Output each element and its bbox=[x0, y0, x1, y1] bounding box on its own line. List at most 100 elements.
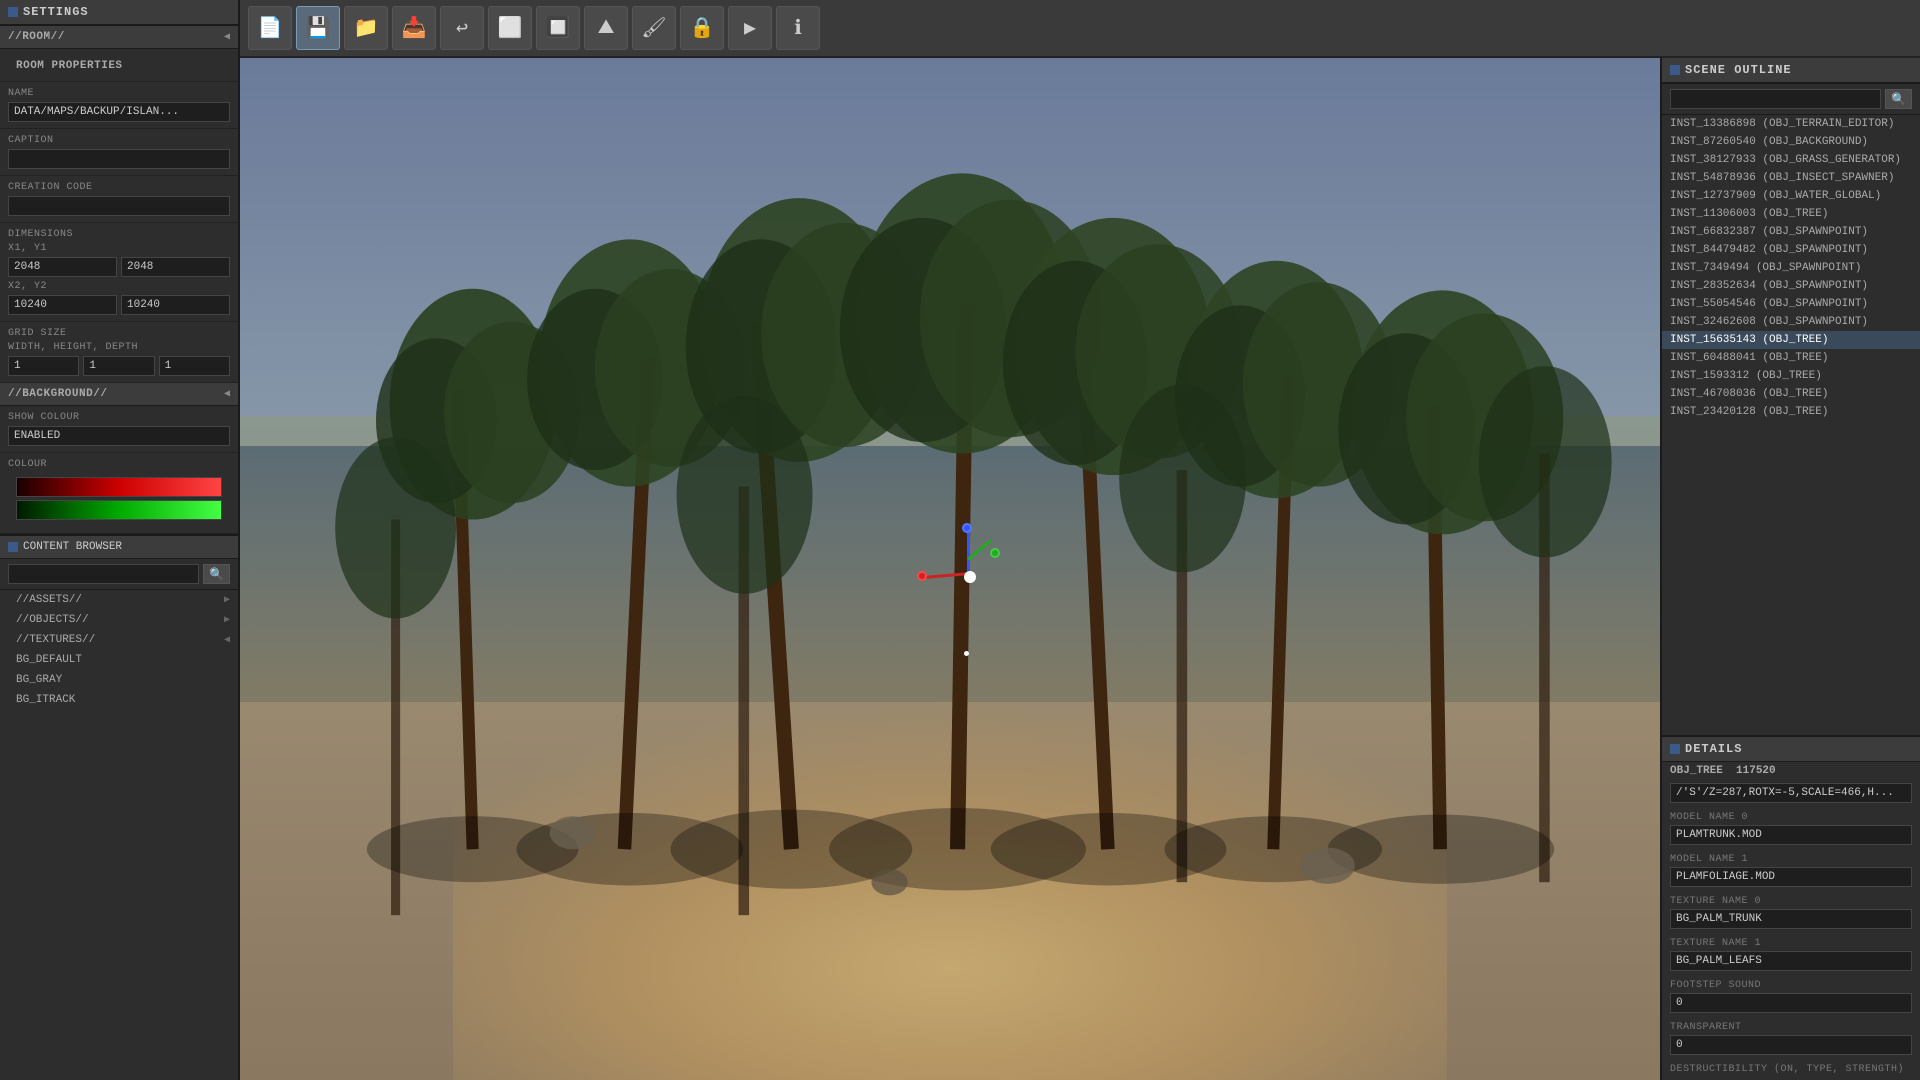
scene-item-spawn-3[interactable]: INST_7349494 (OBJ_SPAWNPOINT) bbox=[1662, 259, 1920, 277]
undo-button[interactable]: ↩ bbox=[440, 6, 484, 50]
scene-item-spawn-1[interactable]: INST_66832387 (OBJ_SPAWNPOINT) bbox=[1662, 223, 1920, 241]
model-name-1-label: MODEL NAME 1 bbox=[1670, 854, 1912, 865]
transparent-row: TRANSPARENT bbox=[1662, 1019, 1920, 1061]
model-name-1-input[interactable] bbox=[1670, 867, 1912, 887]
import-button[interactable]: 📥 bbox=[392, 6, 436, 50]
name-input[interactable] bbox=[8, 102, 230, 122]
viewport[interactable] bbox=[240, 58, 1660, 1080]
scene-item-spawn-4[interactable]: INST_28352634 (OBJ_SPAWNPOINT) bbox=[1662, 277, 1920, 295]
terrain-button[interactable]: ⛰ bbox=[584, 6, 628, 50]
select-tool-button[interactable]: ⬜ bbox=[488, 6, 532, 50]
info-button[interactable]: ℹ bbox=[776, 6, 820, 50]
scene-filter-input[interactable] bbox=[1670, 89, 1881, 109]
scene-item-grass[interactable]: INST_38127933 (OBJ_GRASS_GENERATOR) bbox=[1662, 151, 1920, 169]
dimensions-label: DIMENSIONS bbox=[8, 229, 230, 240]
cb-item-bg-itrack[interactable]: BG_ITRACK bbox=[0, 690, 238, 710]
details-header: DETAILS bbox=[1662, 735, 1920, 762]
y2-input[interactable] bbox=[121, 295, 230, 315]
scene-item-spawn-5[interactable]: INST_55054546 (OBJ_SPAWNPOINT) bbox=[1662, 295, 1920, 313]
cb-item-bg-default[interactable]: BG_DEFAULT bbox=[0, 650, 238, 670]
scene-item-background[interactable]: INST_87260540 (OBJ_BACKGROUND) bbox=[1662, 133, 1920, 151]
creation-code-group: CREATION CODE bbox=[0, 176, 238, 223]
scene-item-tree-3[interactable]: INST_60488041 (OBJ_TREE) bbox=[1662, 349, 1920, 367]
footstep-sound-input[interactable] bbox=[1670, 993, 1912, 1013]
name-group: NAME bbox=[0, 82, 238, 129]
details-icon bbox=[1670, 744, 1680, 754]
viewport-scene bbox=[240, 58, 1660, 1080]
toolbar: 📄 💾 📁 📥 ↩ ⬜ 🔲 ⛰ 🖌 🔒 ▶ ℹ bbox=[240, 0, 1920, 58]
creation-code-input[interactable] bbox=[8, 196, 230, 216]
green-color-bar[interactable] bbox=[16, 500, 222, 520]
x1y1-row bbox=[8, 257, 230, 277]
gizmo-z-axis bbox=[967, 539, 992, 561]
layer-button[interactable]: 🔲 bbox=[536, 6, 580, 50]
texture-name-0-row: TEXTURE NAME 0 bbox=[1662, 893, 1920, 935]
cb-item-assets[interactable]: //ASSETS// ▶ bbox=[0, 590, 238, 610]
transparent-input[interactable] bbox=[1670, 1035, 1912, 1055]
details-creation-code-input[interactable] bbox=[1670, 783, 1912, 803]
settings-header: SETTINGS bbox=[0, 0, 238, 26]
x1-input[interactable] bbox=[8, 257, 117, 277]
bg-collapse-arrow: ◀ bbox=[224, 388, 230, 400]
scene-item-water[interactable]: INST_12737909 (OBJ_WATER_GLOBAL) bbox=[1662, 187, 1920, 205]
scene-item-insect[interactable]: INST_54878936 (OBJ_INSECT_SPAWNER) bbox=[1662, 169, 1920, 187]
scene-item-spawn-6[interactable]: INST_32462608 (OBJ_SPAWNPOINT) bbox=[1662, 313, 1920, 331]
details-title: DETAILS bbox=[1685, 742, 1742, 756]
paint-button[interactable]: 🖌 bbox=[632, 6, 676, 50]
play-button[interactable]: ▶ bbox=[728, 6, 772, 50]
scene-search-button[interactable]: 🔍 bbox=[1885, 89, 1912, 109]
gizmo-center-dot bbox=[964, 571, 976, 583]
x2y2-label: X2, Y2 bbox=[8, 281, 230, 292]
height-input[interactable] bbox=[83, 356, 154, 376]
caption-input[interactable] bbox=[8, 149, 230, 169]
open-folder-button[interactable]: 📁 bbox=[344, 6, 388, 50]
scene-item-tree-5[interactable]: INST_46708036 (OBJ_TREE) bbox=[1662, 385, 1920, 403]
transform-gizmo[interactable] bbox=[922, 518, 1022, 618]
dimensions-group: DIMENSIONS X1, Y1 X2, Y2 bbox=[0, 223, 238, 322]
scene-list: INST_13386898 (OBJ_TERRAIN_EDITOR) INST_… bbox=[1662, 115, 1920, 735]
left-panel: SETTINGS //ROOM// ◀ ROOM PROPERTIES NAME… bbox=[0, 0, 240, 1080]
room-properties-title: ROOM PROPERTIES bbox=[8, 55, 230, 75]
depth-input[interactable] bbox=[159, 356, 230, 376]
lock-button[interactable]: 🔒 bbox=[680, 6, 724, 50]
texture-name-0-input[interactable] bbox=[1670, 909, 1912, 929]
model-name-0-label: MODEL NAME 0 bbox=[1670, 812, 1912, 823]
x2y2-row bbox=[8, 295, 230, 315]
width-input[interactable] bbox=[8, 356, 79, 376]
details-panel: OBJ_TREE 117520 MODEL NAME 0 MODEL NAME … bbox=[1662, 762, 1920, 1080]
new-file-button[interactable]: 📄 bbox=[248, 6, 292, 50]
content-browser-icon bbox=[8, 542, 18, 552]
model-name-0-input[interactable] bbox=[1670, 825, 1912, 845]
caption-group: CAPTION bbox=[0, 129, 238, 176]
content-browser-search-button[interactable]: 🔍 bbox=[203, 564, 230, 584]
content-browser-title: CONTENT BROWSER bbox=[23, 541, 122, 553]
creation-code-row bbox=[1662, 780, 1920, 809]
cb-item-bg-gray[interactable]: BG_GRAY bbox=[0, 670, 238, 690]
scene-item-tree-6[interactable]: INST_23420128 (OBJ_TREE) bbox=[1662, 403, 1920, 421]
scene-item-tree-4[interactable]: INST_1593312 (OBJ_TREE) bbox=[1662, 367, 1920, 385]
right-panel: SCENE OUTLINE 🔍 INST_13386898 (OBJ_TERRA… bbox=[1660, 58, 1920, 1080]
room-section-label: //ROOM// bbox=[8, 31, 65, 43]
scene-outline-header: SCENE OUTLINE bbox=[1662, 58, 1920, 84]
content-browser-filter-input[interactable] bbox=[8, 564, 199, 584]
content-browser-header[interactable]: CONTENT BROWSER bbox=[0, 534, 238, 559]
scene-item-terrain[interactable]: INST_13386898 (OBJ_TERRAIN_EDITOR) bbox=[1662, 115, 1920, 133]
texture-name-1-input[interactable] bbox=[1670, 951, 1912, 971]
scene-item-tree-2[interactable]: INST_15635143 (OBJ_TREE) bbox=[1662, 331, 1920, 349]
room-section[interactable]: //ROOM// ◀ bbox=[0, 26, 238, 49]
save-file-button[interactable]: 💾 bbox=[296, 6, 340, 50]
colour-group: COLOUR bbox=[0, 453, 238, 534]
footstep-sound-label: FOOTSTEP SOUND bbox=[1670, 980, 1912, 991]
background-section[interactable]: //BACKGROUND// ◀ bbox=[0, 383, 238, 406]
red-color-bar[interactable] bbox=[16, 477, 222, 497]
show-colour-input[interactable] bbox=[8, 426, 230, 446]
cb-item-objects[interactable]: //OBJECTS// ▶ bbox=[0, 610, 238, 630]
scene-item-spawn-2[interactable]: INST_84479482 (OBJ_SPAWNPOINT) bbox=[1662, 241, 1920, 259]
gizmo-z-dot bbox=[990, 548, 1000, 558]
scene-item-tree-1[interactable]: INST_11306003 (OBJ_TREE) bbox=[1662, 205, 1920, 223]
footstep-sound-row: FOOTSTEP SOUND bbox=[1662, 977, 1920, 1019]
scene-outline-icon bbox=[1670, 65, 1680, 75]
y1-input[interactable] bbox=[121, 257, 230, 277]
x2-input[interactable] bbox=[8, 295, 117, 315]
cb-item-textures[interactable]: //TEXTURES// ◀ bbox=[0, 630, 238, 650]
